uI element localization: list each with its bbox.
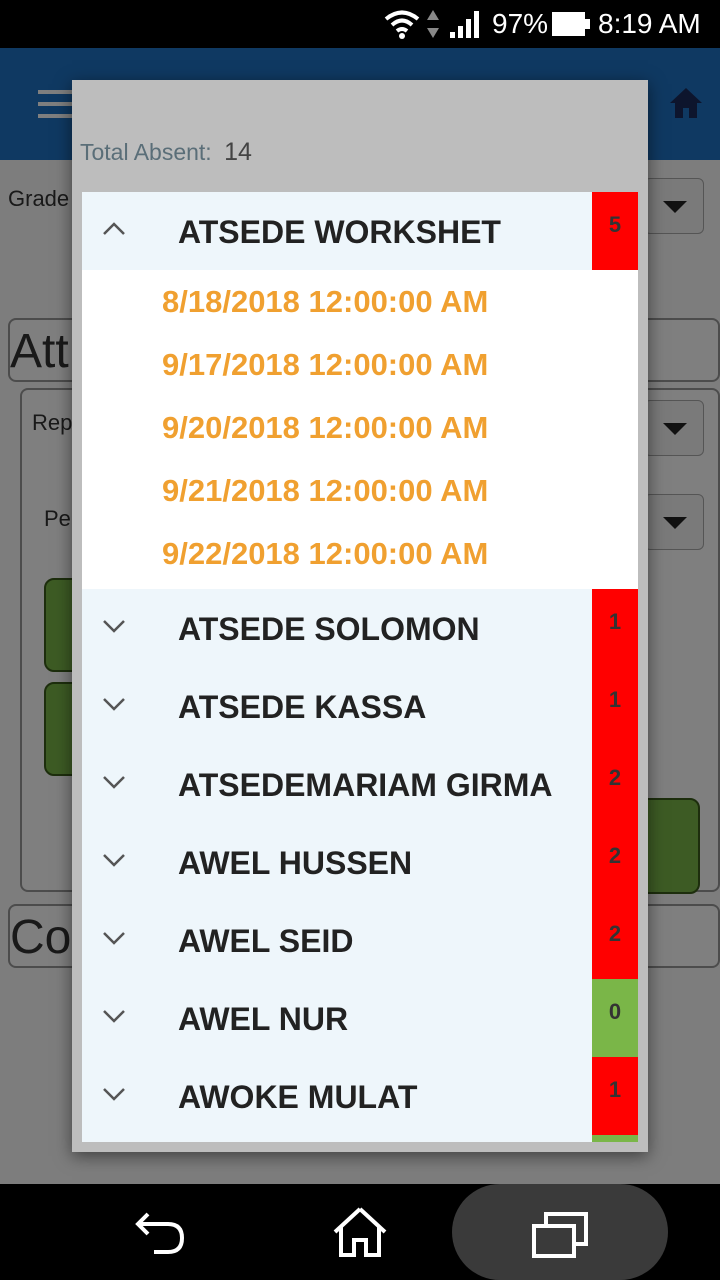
student-name: AWEL HUSSEN <box>178 845 413 881</box>
chevron-down-icon <box>103 698 125 711</box>
chevron-down-icon <box>103 932 125 945</box>
student-row[interactable]: ATSEDE SOLOMON 1 <box>82 589 638 667</box>
student-row[interactable]: ATSEDE WORKSHET 5 <box>82 192 638 270</box>
chevron-down-icon <box>103 854 125 867</box>
student-name: ATSEDE SOLOMON <box>178 611 480 647</box>
chevron-up-icon <box>103 222 125 235</box>
absence-dialog: Total Absent: 14 ATSEDE WORKSHET 5 8/18/… <box>72 80 648 1152</box>
back-icon[interactable] <box>134 1210 186 1256</box>
next-row-peek <box>82 1135 638 1142</box>
student-name: ATSEDE WORKSHET <box>178 214 501 250</box>
absence-date: 9/21/2018 12:00:00 AM <box>162 473 489 508</box>
absent-count-badge: 1 <box>592 589 638 667</box>
absence-date: 8/18/2018 12:00:00 AM <box>162 284 489 319</box>
student-name: AWEL NUR <box>178 1001 349 1037</box>
chevron-down-icon <box>103 1010 125 1023</box>
absent-count-badge: 2 <box>592 745 638 823</box>
student-absence-list[interactable]: ATSEDE WORKSHET 5 8/18/2018 12:00:00 AM … <box>82 192 638 1142</box>
absent-count-badge: 5 <box>592 192 638 270</box>
data-arrows-icon <box>427 10 439 38</box>
absent-count-badge-peek <box>592 1135 638 1142</box>
wifi-icon <box>384 10 420 39</box>
absent-count-badge: 0 <box>592 979 638 1057</box>
student-name: ATSEDE KASSA <box>178 689 427 725</box>
student-row[interactable]: AWEL NUR 0 <box>82 979 638 1057</box>
absent-count-badge: 1 <box>592 667 638 745</box>
absence-date-list: 8/18/2018 12:00:00 AM 9/17/2018 12:00:00… <box>82 270 638 589</box>
total-absent-row: Total Absent: 14 <box>80 138 252 170</box>
student-name: AWOKE MULAT <box>178 1079 418 1115</box>
student-row[interactable]: AWEL HUSSEN 2 <box>82 823 638 901</box>
navigation-bar <box>0 1184 720 1280</box>
home-nav-icon[interactable] <box>332 1206 388 1258</box>
signal-icon <box>450 11 479 38</box>
student-row[interactable]: ATSEDEMARIAM GIRMA 2 <box>82 745 638 823</box>
student-row[interactable]: ATSEDE KASSA 1 <box>82 667 638 745</box>
chevron-down-icon <box>103 620 125 633</box>
absent-count-badge: 2 <box>592 823 638 901</box>
student-row[interactable]: AWEL SEID 2 <box>82 901 638 979</box>
status-bar: 97% 8:19 AM <box>0 0 720 48</box>
absent-count-badge: 2 <box>592 901 638 979</box>
absent-count-badge: 1 <box>592 1057 638 1135</box>
student-row[interactable]: AWOKE MULAT 1 <box>82 1057 638 1135</box>
student-name: ATSEDEMARIAM GIRMA <box>178 767 553 803</box>
absence-date: 9/20/2018 12:00:00 AM <box>162 410 489 445</box>
absence-date: 9/17/2018 12:00:00 AM <box>162 347 489 382</box>
chevron-down-icon <box>103 1088 125 1101</box>
absence-date: 9/22/2018 12:00:00 AM <box>162 536 489 571</box>
total-absent-value: 14 <box>224 138 252 166</box>
battery-percent: 97% <box>492 8 549 39</box>
recents-icon[interactable] <box>532 1212 588 1258</box>
student-name: AWEL SEID <box>178 923 354 959</box>
total-absent-label: Total Absent: <box>80 139 212 165</box>
clock: 8:19 AM <box>598 8 701 39</box>
battery-icon <box>552 12 590 36</box>
chevron-down-icon <box>103 776 125 789</box>
